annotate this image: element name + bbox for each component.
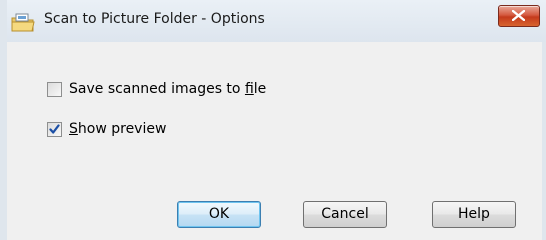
save-scanned-images-option[interactable]: Save scanned images to file: [47, 80, 266, 98]
show-preview-option[interactable]: Show preview: [47, 120, 166, 138]
help-button[interactable]: Help: [432, 201, 516, 228]
options-dialog: Scan to Picture Folder - Options Save sc…: [0, 0, 546, 240]
close-icon: [512, 10, 525, 21]
window-title: Scan to Picture Folder - Options: [44, 11, 265, 27]
title-bar[interactable]: Scan to Picture Folder - Options: [7, 0, 546, 42]
dialog-content: Save scanned images to file Show preview…: [7, 42, 542, 240]
save-to-file-label[interactable]: Save scanned images to file: [69, 81, 266, 97]
close-button[interactable]: [498, 5, 540, 27]
checkmark-icon: [49, 123, 60, 134]
show-preview-label[interactable]: Show preview: [69, 121, 166, 137]
show-preview-checkbox[interactable]: [47, 121, 62, 137]
cancel-button[interactable]: Cancel: [303, 201, 387, 228]
folder-scanner-icon: [9, 12, 37, 34]
ok-button[interactable]: OK: [177, 201, 261, 228]
save-to-file-checkbox[interactable]: [47, 81, 62, 97]
